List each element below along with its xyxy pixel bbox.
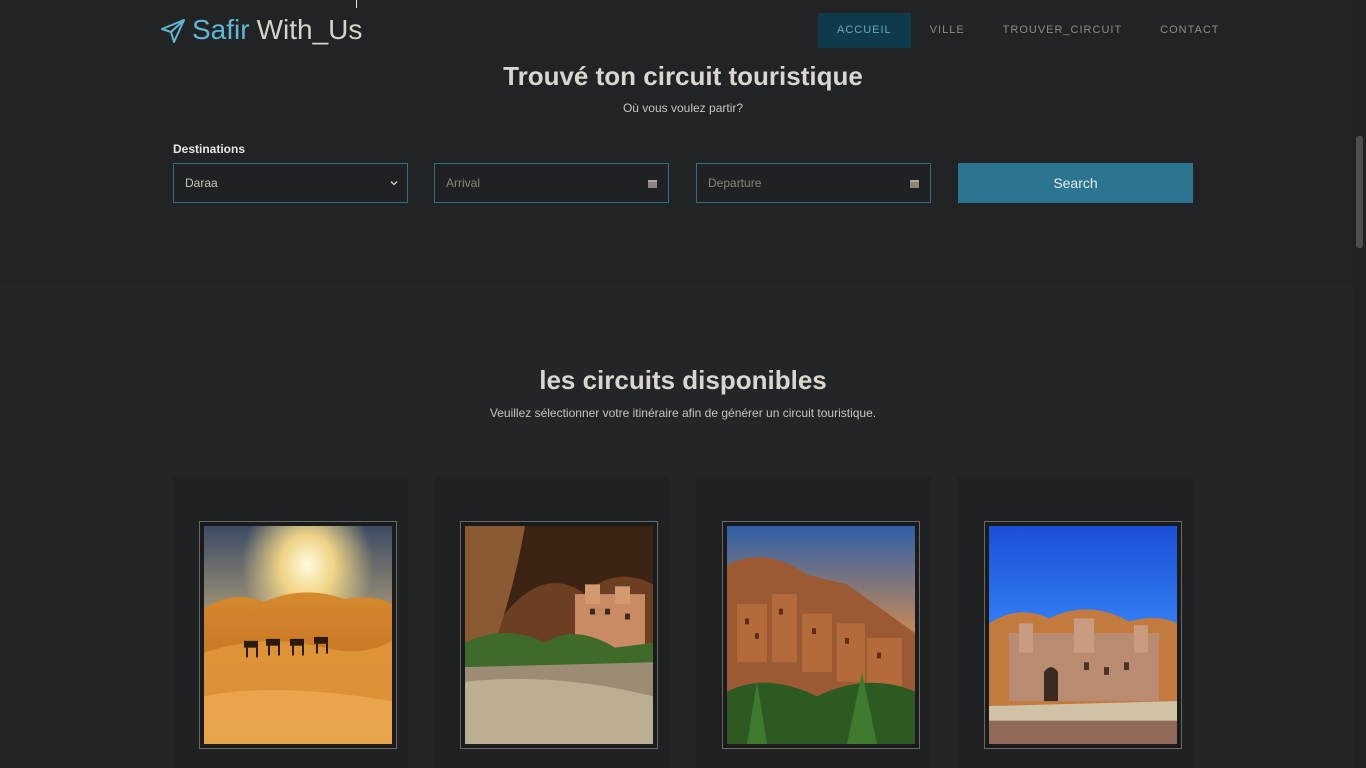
departure-date-input[interactable]: Departure — [696, 163, 931, 203]
destination-select-value: Daraa — [185, 176, 218, 190]
palace-blue-sky-image[interactable] — [984, 521, 1182, 749]
hero-subtitle: Où vous voulez partir? — [622, 101, 744, 115]
nav-item-contact[interactable]: CONTACT — [1141, 13, 1238, 48]
paper-plane-icon — [160, 17, 186, 43]
main-nav: ACCUEIL VILLE TROUVER_CIRCUIT CONTACT — [818, 13, 1239, 48]
destination-select[interactable]: Daraa — [173, 163, 408, 203]
circuit-card[interactable] — [958, 477, 1193, 768]
calendar-icon[interactable] — [910, 180, 919, 188]
circuits-subtitle: Veuillez sélectionner votre itinéraire a… — [489, 406, 877, 420]
calendar-icon[interactable] — [648, 180, 657, 188]
arrival-placeholder: Arrival — [446, 176, 481, 190]
search-button[interactable]: Search — [958, 163, 1193, 203]
hero-title: Trouvé ton circuit touristique — [503, 61, 863, 91]
brand-name-part1: Safir — [192, 14, 250, 45]
arrival-date-input[interactable]: Arrival — [434, 163, 669, 203]
destinations-label: Destinations — [173, 142, 246, 156]
gorge-village-image[interactable] — [460, 521, 658, 749]
brand-name-part2: With_Us — [256, 14, 363, 45]
departure-placeholder: Departure — [708, 176, 762, 190]
nav-item-accueil[interactable]: ACCUEIL — [818, 13, 911, 48]
text-cursor — [356, 0, 357, 8]
desert-camels-sunset-image[interactable] — [199, 521, 397, 749]
brand-logo[interactable]: Safir With_Us — [160, 12, 362, 48]
circuit-card[interactable] — [173, 477, 408, 768]
scrollbar-thumb[interactable] — [1356, 136, 1363, 248]
page-scrollbar[interactable] — [1353, 0, 1366, 768]
chevron-down-icon — [389, 177, 399, 187]
circuit-card[interactable] — [696, 477, 931, 768]
page: Safir With_Us ACCUEIL VILLE TROUVER_CIRC… — [0, 0, 1366, 768]
circuits-title: les circuits disponibles — [539, 365, 827, 395]
kasbah-sunset-image[interactable] — [722, 521, 920, 749]
circuit-card[interactable] — [434, 477, 669, 768]
nav-item-ville[interactable]: VILLE — [911, 13, 984, 48]
hero-section: Safir With_Us ACCUEIL VILLE TROUVER_CIRC… — [0, 0, 1353, 286]
nav-item-trouver-circuit[interactable]: TROUVER_CIRCUIT — [984, 13, 1142, 48]
